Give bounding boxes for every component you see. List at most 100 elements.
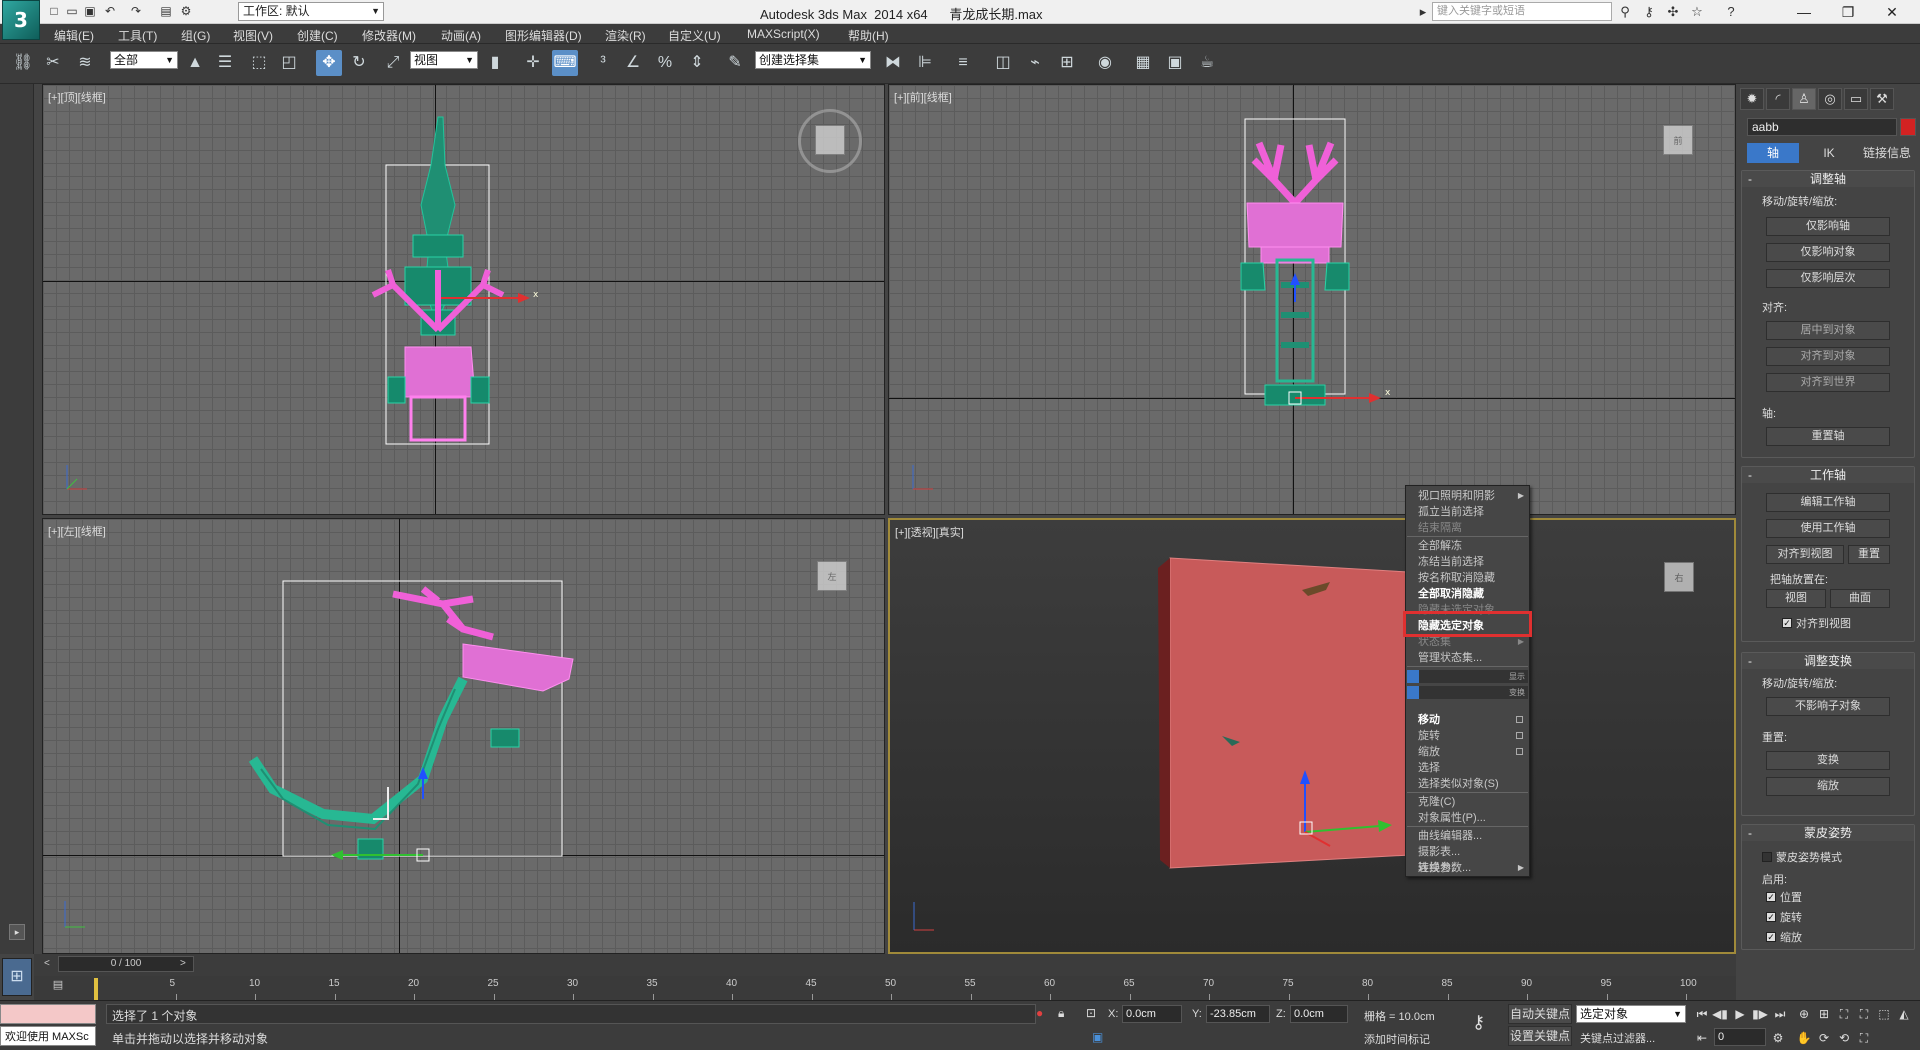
go-to-end-icon[interactable]: ⏭ [1772, 1006, 1788, 1022]
render-production-icon[interactable]: ☕ [1194, 50, 1220, 76]
align-icon[interactable]: ⊫ [912, 50, 938, 76]
menu-3[interactable]: 视图(V) [233, 27, 273, 44]
save-file-icon[interactable]: ▣ [82, 3, 98, 19]
align-to-view-button[interactable]: 对齐到视图 [1766, 545, 1844, 564]
material-editor-icon[interactable]: ◉ [1092, 50, 1118, 76]
menu-8[interactable]: 渲染(R) [605, 27, 646, 44]
dragon-front-wireframe[interactable]: x [889, 85, 1736, 515]
keyboard-shortcut-override-icon[interactable]: ⌨ [552, 50, 578, 76]
object-name-field[interactable]: aabb [1747, 118, 1897, 136]
context-menu-item[interactable]: 移动 [1407, 712, 1528, 728]
next-frame-arrow-icon[interactable]: > [180, 958, 192, 972]
reset-transform-button[interactable]: 变换 [1766, 751, 1890, 770]
place-view-button[interactable]: 视图 [1766, 589, 1826, 608]
enable-rotation-checkbox[interactable]: ✓ 旋转 [1766, 909, 1802, 925]
context-menu-item[interactable]: 结束隔离 [1407, 520, 1528, 536]
rollout-header[interactable]: - 调整轴 [1742, 171, 1914, 187]
selection-filter-dropdown[interactable]: 全部 ▼ [110, 51, 178, 69]
search-arrow-icon[interactable]: ▸ [1414, 3, 1432, 21]
use-working-pivot-button[interactable]: 使用工作轴 [1766, 519, 1890, 538]
hold-icon[interactable]: ⚙ [178, 3, 194, 19]
menu-7[interactable]: 图形编辑器(D) [505, 27, 582, 44]
search-input[interactable]: 键入关键字或短语 [1432, 2, 1612, 21]
zoom-icon[interactable]: ⊕ [1796, 1006, 1812, 1022]
key-mode-toggle-icon[interactable]: ⇤ [1694, 1030, 1710, 1046]
redo-icon[interactable]: ↷ [128, 3, 144, 19]
new-file-icon[interactable]: □ [46, 3, 62, 19]
zoom-extents-icon[interactable]: ⛶ [1836, 1006, 1852, 1022]
close-button[interactable]: ✕ [1870, 0, 1914, 24]
render-setup-icon[interactable]: ▦ [1130, 50, 1156, 76]
zoom-region-icon[interactable]: ⬚ [1876, 1006, 1892, 1022]
time-slider[interactable]: 0 / 100 [58, 956, 194, 972]
rect-selection-icon[interactable]: ⬚ [246, 50, 272, 76]
z-coordinate-field[interactable]: 0.0cm [1290, 1005, 1348, 1023]
place-surface-button[interactable]: 曲面 [1830, 589, 1890, 608]
go-to-start-icon[interactable]: ⏮ [1694, 1006, 1710, 1022]
context-menu-item[interactable]: 选择 [1407, 760, 1528, 776]
select-and-scale-icon[interactable]: ⤢ [380, 50, 406, 76]
key-mode-dropdown[interactable]: 选定对象 ▼ [1576, 1005, 1686, 1023]
select-manipulate-icon[interactable]: ✛ [520, 50, 546, 76]
mini-curve-editor-icon[interactable]: ▤ [50, 978, 66, 994]
context-menu-item[interactable]: 转换为: ▶ [1407, 860, 1528, 876]
align-to-view-checkbox[interactable]: ✓ 对齐到视图 [1782, 615, 1851, 631]
dont-affect-children-button[interactable]: 不影响子对象 [1766, 697, 1890, 716]
reset-pivot-button[interactable]: 重置轴 [1766, 427, 1890, 446]
context-menu-item[interactable]: 视口照明和阴影 ▶ [1407, 488, 1528, 504]
affect-hierarchy-only-button[interactable]: 仅影响层次 [1766, 269, 1890, 288]
menu-9[interactable]: 自定义(U) [668, 27, 721, 44]
add-time-tag[interactable]: 添加时间标记 [1364, 1031, 1430, 1047]
field-of-view-icon[interactable]: ◭ [1896, 1006, 1912, 1022]
minimize-button[interactable]: — [1782, 0, 1826, 24]
window-crossing-icon[interactable]: ◰ [276, 50, 302, 76]
set-key-key-icon[interactable]: ⚷ [1472, 1012, 1502, 1036]
maximize-viewport-icon[interactable]: ⛶ [1856, 1030, 1872, 1046]
play-icon[interactable]: ▶ [1732, 1006, 1748, 1022]
zoom-all-icon[interactable]: ⊞ [1816, 1006, 1832, 1022]
mirror-icon[interactable]: ⧓ [880, 50, 906, 76]
viewport-perspective[interactable]: [+][透视][真实] 右 [888, 518, 1736, 954]
settings-box-icon[interactable] [1516, 732, 1523, 739]
quad-display-bar[interactable]: 显示 [1407, 670, 1528, 683]
key-filters-button[interactable]: 关键点过滤器... [1580, 1030, 1655, 1046]
named-selection-dropdown[interactable]: 创建选择集 ▼ [755, 51, 871, 69]
reset-scale-button[interactable]: 缩放 [1766, 777, 1890, 796]
center-to-object-button[interactable]: 居中到对象 [1766, 321, 1890, 340]
orbit-subobject-icon[interactable]: ⟲ [1836, 1030, 1852, 1046]
selection-lock-icon[interactable]: 🔒︎ [1058, 1006, 1072, 1022]
enable-scale-checkbox[interactable]: ✓ 缩放 [1766, 929, 1802, 945]
settings-box-icon[interactable] [1516, 748, 1523, 755]
workspace-dropdown[interactable]: 工作区: 默认 ▼ [238, 2, 384, 21]
pivot-center-icon[interactable]: ▮ [482, 50, 508, 76]
favorites-star-icon[interactable]: ☆ [1688, 3, 1706, 21]
rollout-header[interactable]: - 蒙皮姿势 [1742, 825, 1914, 841]
curve-editor-icon[interactable]: ⌁ [1022, 50, 1048, 76]
align-to-object-button[interactable]: 对齐到对象 [1766, 347, 1890, 366]
select-by-name-icon[interactable]: ☰ [212, 50, 238, 76]
maximize-button[interactable]: ❐ [1826, 0, 1870, 24]
tab-link-info[interactable]: 链接信息 [1857, 143, 1917, 163]
schematic-view-icon[interactable]: ⊞ [1054, 50, 1080, 76]
bind-space-warp-icon[interactable]: ≋ [72, 50, 98, 76]
context-menu-item[interactable]: 对象属性(P)... [1407, 810, 1528, 826]
settings-box-icon[interactable] [1516, 716, 1523, 723]
context-menu-item[interactable]: 全部解冻 [1407, 538, 1528, 554]
graphite-tools-icon[interactable]: ◫ [990, 50, 1016, 76]
set-key-button[interactable]: 设置关键点 [1508, 1026, 1572, 1046]
enable-position-checkbox[interactable]: ✓ 位置 [1766, 889, 1802, 905]
select-and-rotate-icon[interactable]: ↻ [346, 50, 372, 76]
viewport-layout-icon[interactable]: ⊞ [2, 958, 32, 996]
hierarchy-tab-icon[interactable]: ♙ [1792, 88, 1816, 110]
absolute-mode-icon[interactable]: ⊡ [1086, 1006, 1100, 1022]
context-menu-item[interactable]: 按名称取消隐藏 [1407, 570, 1528, 586]
pan-hand-icon[interactable]: ✋ [1796, 1030, 1812, 1046]
menu-11[interactable]: 帮助(H) [848, 27, 889, 44]
affect-object-only-button[interactable]: 仅影响对象 [1766, 243, 1890, 262]
app-menu-button[interactable]: 3 [2, 0, 40, 40]
rollout-header[interactable]: - 工作轴 [1742, 467, 1914, 483]
context-menu-item[interactable]: 摄影表... [1407, 844, 1528, 860]
percent-snap-icon[interactable]: % [652, 50, 678, 76]
x-coordinate-field[interactable]: 0.0cm [1122, 1005, 1182, 1023]
menu-4[interactable]: 创建(C) [297, 27, 338, 44]
